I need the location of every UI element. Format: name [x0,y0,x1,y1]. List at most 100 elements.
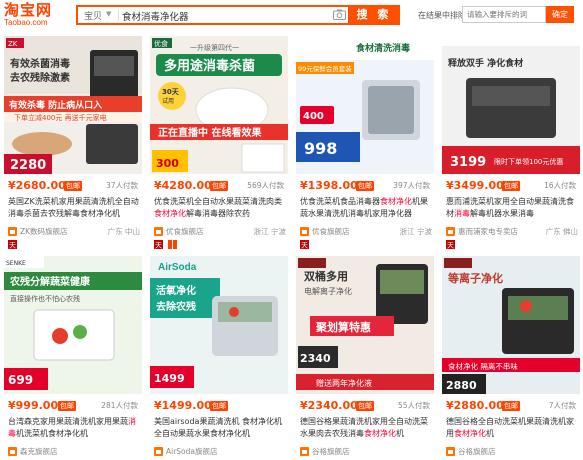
product-card[interactable]: 优食 一升级第四代一 多用途消毒杀菌 30天 试用 正在直播中 在线看效果 30… [150,36,288,249]
product-image[interactable]: ZK 有效杀菌消毒 去农残除激素 有效杀毒 防止病从口入 下单立减400元 再送… [4,36,142,174]
product-card[interactable]: 双桶多用 电解离子净化 聚划算特惠 2340 赠送两年净化液 ¥2340.00 … [296,256,434,460]
product-title[interactable]: 惠而浦洗菜机家用全自动果蔬清洗食材消毒解毒机器水果消毒 [446,196,578,220]
svg-text:一升级第四代一: 一升级第四代一 [190,43,239,52]
sales-count: 569人付款 [247,181,284,190]
service-icons: 天 [8,240,19,250]
exclude-label: 在结果中排除 [418,11,466,20]
product-image[interactable]: 优食 一升级第四代一 多用途消毒杀菌 30天 试用 正在直播中 在线看效果 30… [150,36,288,174]
exclude-confirm-button[interactable]: 确定 [546,6,574,23]
header: 淘宝网 Taobao.com 宝贝 ▼ 搜 索 在结果中排除 确定 [0,0,583,30]
search-type-select[interactable]: 宝贝 [84,9,102,22]
camera-icon[interactable] [333,9,346,20]
product-title[interactable]: 德国谷格果蔬清洗机家用全自动洗菜水果肉去农残消毒食材净化机 [300,416,432,440]
svg-text:天: 天 [447,242,454,250]
price-row: ¥999.00 包邮 281人付款 [4,399,142,413]
product-title[interactable]: 优食洗菜机食品消毒器食材净化机果蔬水果清洗机消毒机家用净化器 [300,196,432,220]
product-card[interactable]: 释放双手 净化食材 3199 限时下单领100元优惠 ¥3499.00 包邮 1… [442,36,580,249]
shop-name[interactable]: 优食旗舰店 [312,226,350,237]
svg-text:1499: 1499 [154,372,185,385]
svg-text:活氧净化: 活氧净化 [156,284,196,297]
svg-text:AirSoda: AirSoda [158,262,197,273]
shop-name[interactable]: ZK数码旗舰店 [20,226,68,237]
free-shipping-badge: 包邮 [210,401,228,411]
tmall-icon: 天 [300,240,309,249]
shop-name[interactable]: 优食旗舰店 [166,226,204,237]
svg-text:ZK: ZK [8,40,18,48]
svg-text:限时下单领100元优惠: 限时下单领100元优惠 [494,157,563,166]
shop-name[interactable]: 森克旗舰店 [20,446,58,457]
svg-text:多用途消毒杀菌: 多用途消毒杀菌 [164,58,255,74]
shop-icon [446,227,455,236]
shop-row: 谷格旗舰店 [300,446,432,458]
logo-subtext: Taobao.com [4,18,48,27]
svg-text:释放双手 净化食材: 释放双手 净化食材 [448,57,523,69]
shop-name[interactable]: 惠而浦家电专卖店 [458,226,518,237]
shop-icon [154,227,163,236]
shop-name[interactable]: AirSoda旗舰店 [166,446,218,457]
free-shipping-badge: 包邮 [356,181,374,191]
shop-row: ZK数码旗舰店 广东 中山 [8,226,140,238]
free-shipping-badge: 包邮 [502,181,520,191]
price: ¥1499.00 [154,399,212,412]
tmall-icon: 天 [154,240,163,249]
product-image[interactable]: 双桶多用 电解离子净化 聚划算特惠 2340 赠送两年净化液 [296,256,434,394]
location: 广东 中山 [107,227,140,236]
chevron-down-icon[interactable]: ▼ [106,10,111,18]
price-row: ¥2680.00 包邮 37人付款 [4,179,142,193]
product-title[interactable]: 优食洗菜机全自动水果蔬菜清洗肉类食材净化解毒消毒器除农药 [154,196,286,220]
gift-icon [167,240,177,249]
sales-count: 7人付款 [548,401,576,410]
product-card[interactable]: 等离子净化 食材净化 隔离不串味 2880 ¥2880.00 包邮 7人付款 德… [442,256,580,460]
product-title[interactable]: 台湾森克家用果蔬清洗机家用果蔬消毒机洗菜机食材净化机 [8,416,140,440]
shop-name[interactable]: 谷格旗舰店 [312,446,350,457]
svg-text:食材清洗消毒: 食材清洗消毒 [355,42,410,54]
product-image[interactable]: 食材清洗消毒 99元保鲜会员套装 400 998 [296,36,434,174]
product-image[interactable]: AirSoda 活氧净化 去除农残 1499 [150,256,288,394]
svg-text:等离子净化: 等离子净化 [447,271,503,285]
svg-text:有效杀毒 防止病从口入: 有效杀毒 防止病从口入 [9,99,102,111]
price: ¥2880.00 [446,399,504,412]
shop-icon [154,447,163,456]
free-shipping-badge: 包邮 [210,181,228,191]
svg-text:30天: 30天 [162,88,180,96]
product-image[interactable]: 等离子净化 食材净化 隔离不串味 2880 [442,256,580,394]
price: ¥2340.00 [300,399,358,412]
tmall-icon: 天 [446,240,455,249]
svg-text:优食: 优食 [154,39,168,48]
sales-count: 397人付款 [393,181,430,190]
search-button[interactable]: 搜 索 [348,5,400,25]
exclude-input[interactable] [462,6,546,23]
price-row: ¥3499.00 包邮 16人付款 [442,179,580,193]
shop-row: 优食旗舰店 浙江 宁波 [154,226,286,238]
price-row: ¥1499.00 包邮 [150,399,288,413]
svg-text:赠送两年净化液: 赠送两年净化液 [316,378,372,388]
svg-text:400: 400 [303,111,324,122]
svg-text:998: 998 [304,139,337,158]
price: ¥1398.00 [300,179,358,192]
product-card[interactable]: ZK 有效杀菌消毒 去农残除激素 有效杀毒 防止病从口入 下单立减400元 再送… [4,36,142,249]
service-icons: 天 [154,240,179,250]
price-row: ¥4280.00 包邮 569人付款 [150,179,288,193]
product-card[interactable]: 食材清洗消毒 99元保鲜会员套装 400 998 ¥1398.00 包邮 397… [296,36,434,249]
product-title[interactable]: 美国airsoda果蔬清洗机 食材净化机全自动果蔬水果食材净化机 [154,416,286,440]
product-image[interactable]: SENKE 农残分解蔬菜健康 直接操作也不怕心农残 699 [4,256,142,394]
price-row: ¥2340.00 包邮 55人付款 [296,399,434,413]
svg-text:电解离子净化: 电解离子净化 [304,286,352,296]
product-title[interactable]: 英国ZK洗菜机家用果蔬清洗机全自动消毒杀菌去农残解毒食材净化机 [8,196,140,220]
search-input[interactable] [122,8,322,23]
product-title[interactable]: 德国谷格全自动洗菜机果蔬清洗机家用食材净化机 [446,416,578,440]
svg-text:正在直播中 在线看效果: 正在直播中 在线看效果 [158,126,262,139]
sales-count: 37人付款 [105,181,138,190]
taobao-logo[interactable]: 淘宝网 Taobao.com [4,2,60,28]
location: 浙江 宁波 [253,227,286,236]
shop-icon [300,227,309,236]
shop-name[interactable]: 谷格旗舰店 [458,446,496,457]
svg-text:699: 699 [8,373,33,387]
product-card[interactable]: SENKE 农残分解蔬菜健康 直接操作也不怕心农残 699 ¥999.00 包邮… [4,256,142,460]
free-shipping-badge: 包邮 [64,181,82,191]
product-image[interactable]: 释放双手 净化食材 3199 限时下单领100元优惠 [442,36,580,174]
product-card[interactable]: AirSoda 活氧净化 去除农残 1499 ¥1499.00 包邮 美国air… [150,256,288,460]
shop-row: 优食旗舰店 浙江 宁波 [300,226,432,238]
svg-text:食材净化 隔离不串味: 食材净化 隔离不串味 [448,361,518,371]
svg-text:下单立减400元 再送千元家电: 下单立减400元 再送千元家电 [14,113,107,122]
